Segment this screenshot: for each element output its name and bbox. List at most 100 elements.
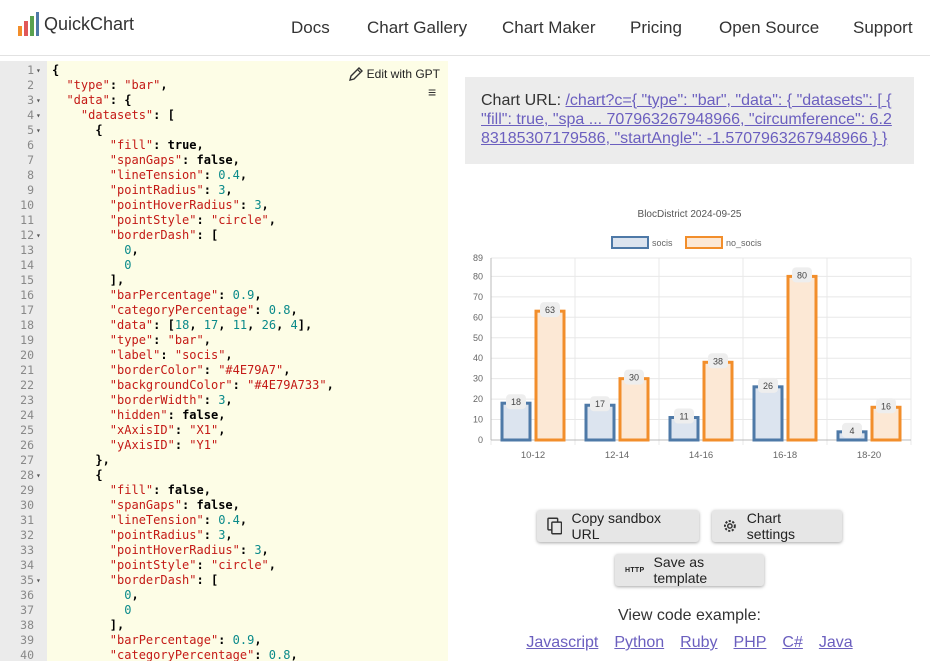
code-line[interactable]: 25 "xAxisID": "X1", [0,423,448,438]
code-text: { [52,63,60,77]
code-text: "label": "socis", [109,348,233,362]
code-editor[interactable]: 1 ▾{2 "type": "bar", 3 ▾ "data": {4 ▾ "datas… [0,61,448,661]
fold-toggle-icon[interactable]: ▾ [36,93,41,108]
code-line[interactable]: 33 "pointHoverRadius": 3, [0,543,448,558]
x-tick-label: 12-14 [605,450,629,461]
nav-open-source[interactable]: Open Source [719,18,819,38]
code-line[interactable]: 35 ▾ "borderDash": [ [0,573,448,588]
nav-support[interactable]: Support [853,18,913,38]
code-text: "data": { [66,93,132,107]
fold-toggle-icon[interactable]: ▾ [36,108,41,123]
code-line[interactable]: 21 "borderColor": "#4E79A7", [0,363,448,378]
code-line[interactable]: 40 "categoryPercentage": 0.8, [0,648,448,661]
line-number: 7 [27,153,34,167]
data-label: 26 [763,381,773,391]
fold-toggle-icon[interactable]: ▾ [36,123,41,138]
code-text: "borderDash": [ [109,228,219,242]
code-line[interactable]: 31 "lineTension": 0.4, [0,513,448,528]
code-line[interactable]: 15 ], [0,273,448,288]
code-line[interactable]: 5 ▾ { [0,123,448,138]
code-line[interactable]: 8 "lineTension": 0.4, [0,168,448,183]
code-line[interactable]: 30 "spanGaps": false, [0,498,448,513]
lang-javascript-link[interactable]: Javascript [526,634,598,652]
code-line[interactable]: 10 "pointHoverRadius": 3, [0,198,448,213]
legend-label: no_socis [726,238,762,248]
lang-ruby-link[interactable]: Ruby [680,634,717,652]
line-number: 31 [20,513,34,527]
code-line[interactable]: 24 "hidden": false, [0,408,448,423]
fold-toggle-icon[interactable]: ▾ [36,468,41,483]
code-line[interactable]: 6 "fill": true, [0,138,448,153]
code-line[interactable]: 39 "barPercentage": 0.9, [0,633,448,648]
nav-chart-maker[interactable]: Chart Maker [502,18,596,38]
code-line[interactable]: 3 ▾ "data": { [0,93,448,108]
line-number: 27 [20,453,34,467]
bar-chart: BlocDistrict 2024-09-25 socis no_socis 0 10 2… [473,209,912,461]
code-line[interactable]: 4 ▾ "datasets": [ [0,108,448,123]
code-text: }, [95,453,110,467]
save-as-template-button[interactable]: HTTP Save as template [615,554,764,586]
line-number: 8 [27,168,34,182]
code-line[interactable]: 32 "pointRadius": 3, [0,528,448,543]
code-line[interactable]: 13 0, [0,243,448,258]
code-line[interactable]: 7 "spanGaps": false, [0,153,448,168]
y-tick-label: 20 [473,394,483,404]
code-line[interactable]: 37 0 [0,603,448,618]
code-line[interactable]: 16 "barPercentage": 0.9, [0,288,448,303]
y-tick-label: 40 [473,353,483,363]
line-number: 29 [20,483,34,497]
code-text: { [95,123,103,137]
code-text: 0, [124,243,139,257]
code-line[interactable]: 14 0 [0,258,448,273]
legend-swatch [611,236,649,249]
lang-php-link[interactable]: PHP [734,634,767,652]
fold-toggle-icon[interactable]: ▾ [36,63,41,78]
code-line[interactable]: 26 "yAxisID": "Y1" [0,438,448,453]
code-text: "type": "bar", [109,333,211,347]
code-text: "categoryPercentage": 0.8, [109,648,298,661]
data-label: 17 [595,399,605,409]
code-line[interactable]: 18 "data": [18, 17, 11, 26, 4], [0,318,448,333]
nav-pricing[interactable]: Pricing [630,18,682,38]
line-number: 16 [20,288,34,302]
code-text: "barPercentage": 0.9, [109,633,262,647]
code-text: 0 [124,258,132,272]
code-line[interactable]: 11 "pointStyle": "circle", [0,213,448,228]
code-line[interactable]: 36 0, [0,588,448,603]
code-line[interactable]: 17 "categoryPercentage": 0.8, [0,303,448,318]
code-line[interactable]: 19 "type": "bar", [0,333,448,348]
copy-icon [547,517,563,535]
nav-chart-gallery[interactable]: Chart Gallery [367,18,467,38]
menu-icon[interactable]: ≡ [428,84,436,100]
fold-toggle-icon[interactable]: ▾ [36,573,41,588]
lang-java-link[interactable]: Java [819,634,853,652]
code-line[interactable]: 38 ], [0,618,448,633]
edit-with-gpt-button[interactable]: Edit with GPT [347,66,440,82]
chart-title: BlocDistrict 2024-09-25 [638,209,742,220]
chart-settings-button[interactable]: Chart settings [712,510,842,542]
code-line[interactable]: 22 "backgroundColor": "#4E79A733", [0,378,448,393]
code-text: "type": "bar", [66,78,168,92]
code-line[interactable]: 9 "pointRadius": 3, [0,183,448,198]
brand-logo[interactable]: QuickChart [17,11,134,37]
code-text: "pointStyle": "circle", [109,558,276,572]
line-number: 9 [27,183,34,197]
legend-label: socis [652,238,673,248]
code-line[interactable]: 20 "label": "socis", [0,348,448,363]
code-line[interactable]: 23 "borderWidth": 3, [0,393,448,408]
top-navbar: QuickChart Docs Chart Gallery Chart Make… [0,0,930,56]
code-line[interactable]: 12 ▾ "borderDash": [ [0,228,448,243]
fold-toggle-icon[interactable]: ▾ [36,228,41,243]
nav-docs[interactable]: Docs [291,18,330,38]
copy-sandbox-url-button[interactable]: Copy sandbox URL [537,510,699,542]
line-number: 40 [20,648,34,661]
code-line[interactable]: 34 "pointStyle": "circle", [0,558,448,573]
line-number: 20 [20,348,34,362]
data-label: 30 [629,373,639,383]
lang-csharp-link[interactable]: C# [782,634,802,652]
x-tick-label: 18-20 [857,450,881,461]
code-line[interactable]: 27 }, [0,453,448,468]
lang-python-link[interactable]: Python [614,634,664,652]
code-line[interactable]: 28 ▾ { [0,468,448,483]
code-line[interactable]: 29 "fill": false, [0,483,448,498]
